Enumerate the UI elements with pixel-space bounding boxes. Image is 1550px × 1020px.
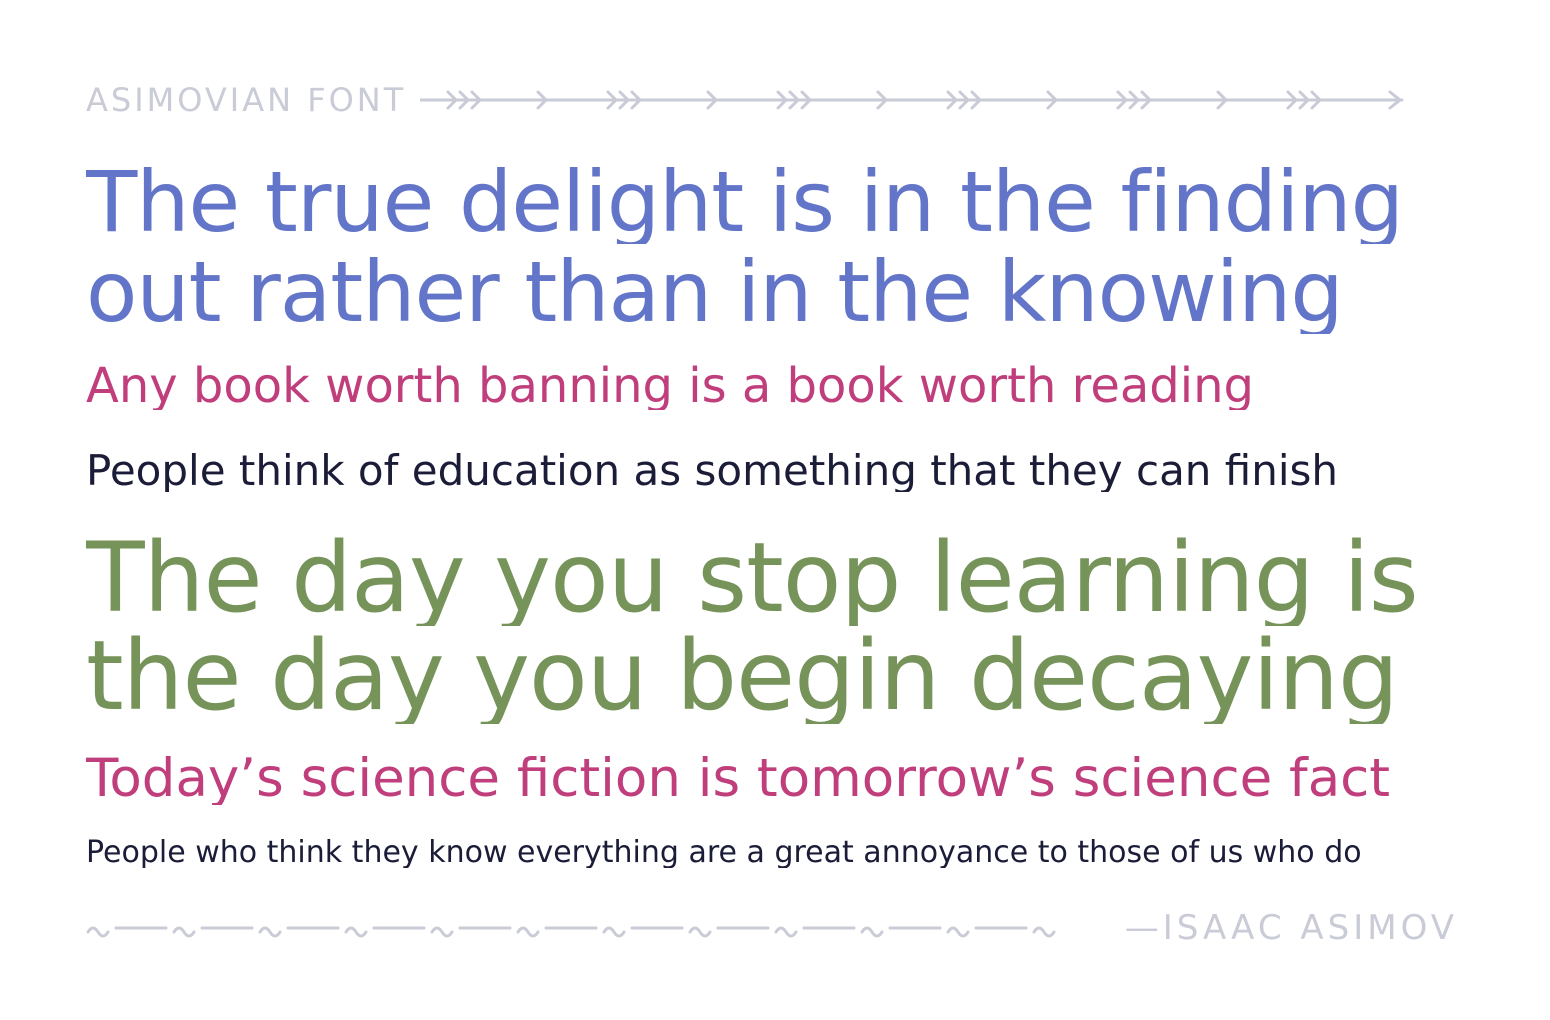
quote-1-line-1: The true delight is in the finding (86, 160, 1404, 244)
quote-4-line-2: the day you begin decaying (86, 628, 1399, 724)
arrow-ornament-icon (420, 82, 1458, 118)
quote-3: People think of education as something t… (86, 450, 1339, 492)
font-title: ASIMOVIAN FONT (86, 82, 407, 118)
quote-1-line-2: out rather than in the knowing (86, 250, 1344, 334)
footer: —ISAAC ASIMOV (86, 908, 1458, 948)
author-attribution: —ISAAC ASIMOV (1124, 908, 1458, 948)
quote-2: Any book worth banning is a book worth r… (86, 362, 1254, 410)
quote-4-line-1: The day you stop learning is (86, 530, 1419, 626)
quote-6: People who think they know everything ar… (86, 838, 1362, 868)
quote-5: Today’s science fiction is tomorrow’s sc… (86, 752, 1391, 805)
wave-ornament-icon (86, 908, 1101, 948)
header: ASIMOVIAN FONT (86, 82, 1458, 118)
